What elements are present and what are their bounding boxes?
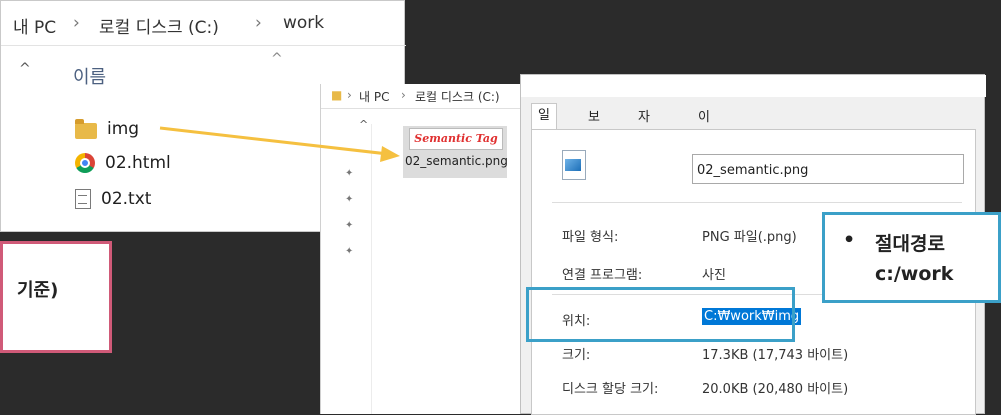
- arrow-annotation: [159, 126, 400, 162]
- arrow-head-icon: [380, 146, 400, 162]
- arrow-line: [159, 126, 389, 156]
